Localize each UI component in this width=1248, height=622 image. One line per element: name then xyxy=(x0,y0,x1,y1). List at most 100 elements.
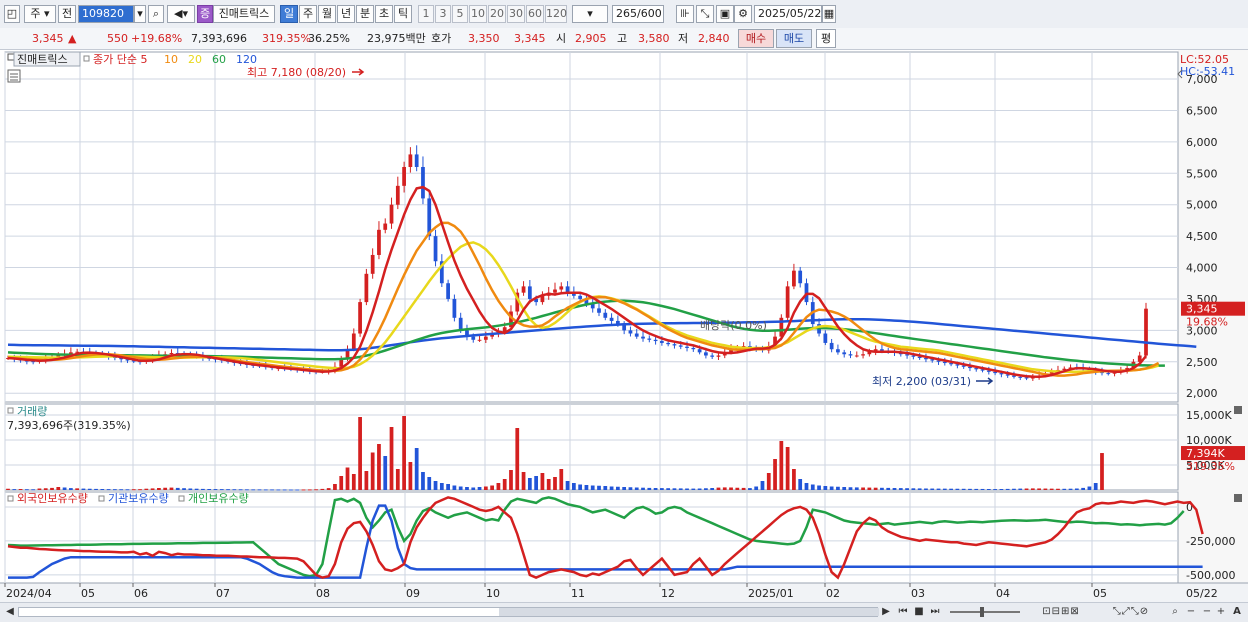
period-tab-1[interactable]: 주 xyxy=(299,5,317,23)
candle-body xyxy=(597,308,601,313)
interval-tab-10[interactable]: 10 xyxy=(469,5,487,23)
candle-body xyxy=(169,352,174,355)
holdings-tick-label-1: -250,000 xyxy=(1186,535,1235,548)
candle-body xyxy=(408,154,413,167)
buy-button[interactable]: 매수 xyxy=(738,29,774,48)
candle-body xyxy=(854,355,859,357)
volume-bar xyxy=(1049,488,1054,490)
turnover-rate: 36.25% xyxy=(308,32,350,45)
save-icon[interactable]: ▣ xyxy=(716,5,734,23)
zoom-slider-handle[interactable] xyxy=(980,607,984,617)
dash-icon[interactable]: − xyxy=(1200,605,1214,619)
x-tick-label-0: 2024/04 xyxy=(6,587,52,600)
stock-code-input[interactable]: 109820 xyxy=(78,5,134,23)
candle-body xyxy=(660,341,664,343)
settings-gear-icon[interactable]: ⚙ xyxy=(734,5,752,23)
scroll-left-icon[interactable]: ◀ xyxy=(4,605,16,619)
sell-button[interactable]: 매도 xyxy=(776,29,812,48)
period-tab-6[interactable]: 틱 xyxy=(394,5,412,23)
market-select[interactable]: 주 ▾ xyxy=(24,5,56,23)
fast-forward-icon[interactable]: ⏭ xyxy=(928,605,942,619)
scroll-right-icon[interactable]: ▶ xyxy=(880,605,892,619)
sign-button[interactable]: 전 xyxy=(58,5,76,23)
volume-bar xyxy=(219,489,224,491)
current-price: 3,345 xyxy=(32,32,64,45)
candle-type-icon[interactable]: ⊪ xyxy=(676,5,694,23)
interval-tab-3[interactable]: 3 xyxy=(435,5,451,23)
zoom-search-icon[interactable]: ⌕ xyxy=(1168,605,1182,619)
volume-bar xyxy=(993,489,997,491)
candle-body xyxy=(634,333,639,337)
period-tab-3[interactable]: 년 xyxy=(337,5,355,23)
candle-body xyxy=(641,336,645,339)
line-tool-icon[interactable]: ⤡ xyxy=(696,5,714,23)
ex-dividend-label: 배당락(0.0%) xyxy=(700,319,767,332)
x-tick-label-8: 12 xyxy=(661,587,675,600)
volume-bar xyxy=(282,489,287,491)
volume-bar xyxy=(245,489,249,491)
volume-bar xyxy=(534,476,539,490)
date-field[interactable]: 2025/05/22 xyxy=(754,5,822,23)
interval-tab-60[interactable]: 60 xyxy=(526,5,544,23)
volume-bar xyxy=(226,489,230,491)
interval-tab-30[interactable]: 30 xyxy=(507,5,525,23)
volume-bar xyxy=(527,478,532,490)
plus-icon[interactable]: + xyxy=(1214,605,1228,619)
count-field[interactable]: 265/600 xyxy=(612,5,664,23)
layout-icon[interactable]: ⊡⊟⊞⊠ xyxy=(1026,605,1096,619)
rewind-icon[interactable]: ⏮ xyxy=(896,605,910,619)
volume-bar xyxy=(502,479,507,490)
volume-bar xyxy=(1043,488,1048,490)
period-tab-0[interactable]: 일 xyxy=(280,5,298,23)
period-tab-2[interactable]: 월 xyxy=(318,5,336,23)
interval-tab-20[interactable]: 20 xyxy=(488,5,506,23)
x-tick-label-2: 06 xyxy=(134,587,148,600)
drawing-tools-icon[interactable]: ⤡⤢⤡⊘ xyxy=(1098,605,1164,619)
volume-bar xyxy=(1030,488,1035,490)
candle-body xyxy=(364,273,369,303)
horizontal-scrollbar[interactable] xyxy=(18,607,879,617)
volume-bar xyxy=(465,487,469,490)
price-tick-label-8: 6,000 xyxy=(1186,136,1218,149)
volume-bar xyxy=(50,487,54,490)
volume-bar xyxy=(295,489,300,491)
code-dropdown-icon[interactable]: ▾ xyxy=(134,5,146,23)
interval-tab-1[interactable]: 1 xyxy=(418,5,434,23)
volume-bar xyxy=(68,488,73,490)
candle-body xyxy=(358,302,362,334)
candle-body xyxy=(483,336,488,340)
interval-select[interactable]: ▾ xyxy=(572,5,608,23)
scrollbar-thumb[interactable] xyxy=(499,608,879,616)
volume-bar xyxy=(377,444,381,490)
zoom-slider-icon[interactable] xyxy=(950,607,1020,617)
volume-title: 거래량 xyxy=(17,405,47,418)
stock-name[interactable]: 진매트릭스 xyxy=(213,5,275,23)
volume-bar xyxy=(100,489,105,490)
period-tab-4[interactable]: 분 xyxy=(356,5,374,23)
stock-chart[interactable]: 2024/04 05 06 07 08 09 10 11 12 2025/01 02 03 04 05 05… xyxy=(0,50,1248,602)
high-label: 고 xyxy=(617,32,628,45)
period-tab-5[interactable]: 초 xyxy=(375,5,393,23)
speaker-icon[interactable]: ◀▾ xyxy=(167,5,195,23)
interval-tab-5[interactable]: 5 xyxy=(452,5,468,23)
x-tick-label-4: 08 xyxy=(316,587,330,600)
stop-icon[interactable]: ■ xyxy=(912,605,926,619)
volume-bar xyxy=(414,448,419,490)
volume-bar xyxy=(307,489,312,491)
volume-bar xyxy=(823,486,828,490)
candle-body xyxy=(697,349,702,353)
window-menu-icon[interactable]: ◰ xyxy=(4,5,20,23)
price-tick-label-6: 5,000 xyxy=(1186,199,1218,212)
volume-bar xyxy=(263,489,268,491)
legend-1: 10 xyxy=(164,53,178,66)
volume-bar xyxy=(232,489,237,491)
volume-bar xyxy=(754,486,759,490)
calendar-icon[interactable]: ▦ xyxy=(822,5,836,23)
search-icon[interactable]: ⌕ xyxy=(148,5,164,23)
price-tick-label-7: 5,500 xyxy=(1186,167,1218,180)
x-tick-label-13: 05 xyxy=(1093,587,1107,600)
text-A-icon[interactable]: A xyxy=(1230,605,1244,619)
minus-icon[interactable]: − xyxy=(1184,605,1198,619)
eval-button[interactable]: 평 xyxy=(816,29,836,48)
interval-tab-120[interactable]: 120 xyxy=(545,5,567,23)
